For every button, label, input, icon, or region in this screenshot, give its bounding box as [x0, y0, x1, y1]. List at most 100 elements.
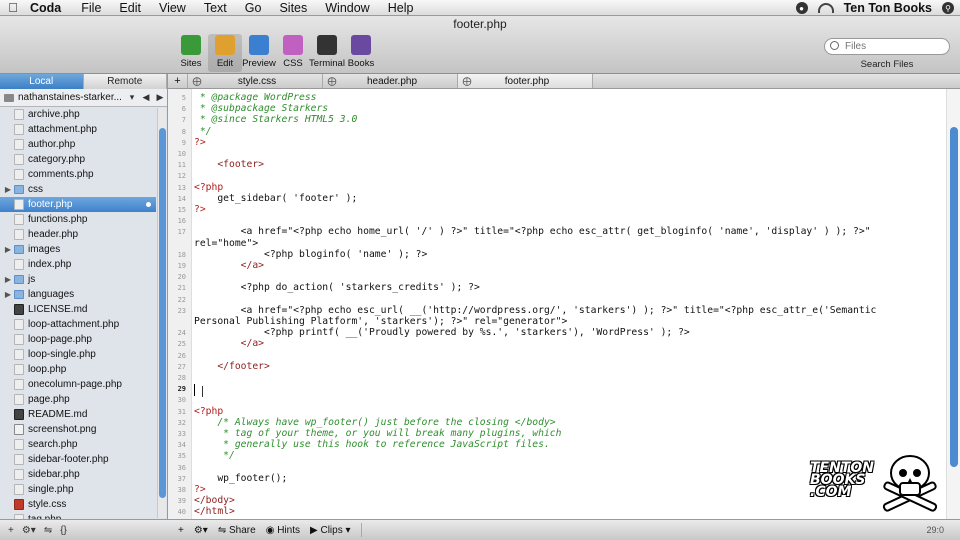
- code-line[interactable]: </a>: [194, 260, 264, 271]
- back-arrow-icon[interactable]: ◀: [139, 92, 153, 103]
- file-item[interactable]: sidebar.php: [0, 467, 156, 482]
- toolbar-sites-button[interactable]: Sites: [174, 34, 208, 72]
- code-line[interactable]: * tag of your theme, or you will break m…: [194, 428, 561, 439]
- menu-file[interactable]: File: [72, 1, 110, 15]
- toolbar-css-button[interactable]: CSS: [276, 34, 310, 72]
- toolbar-preview-button[interactable]: Preview: [242, 34, 276, 72]
- file-item[interactable]: sidebar-footer.php: [0, 452, 156, 467]
- tab-style-css[interactable]: ⨁ style.css: [188, 74, 323, 88]
- code-line[interactable]: /* Always have wp_footer() just before t…: [194, 417, 555, 428]
- tab-footer-php[interactable]: ⨁ footer.php: [458, 74, 593, 88]
- add-file-icon[interactable]: +: [8, 525, 14, 536]
- editor-scroll-thumb[interactable]: [950, 127, 958, 467]
- disclosure-triangle-icon[interactable]: ▶: [2, 185, 14, 194]
- file-item[interactable]: loop-attachment.php: [0, 317, 156, 332]
- disclosure-triangle-icon[interactable]: ▶: [2, 275, 14, 284]
- file-item[interactable]: author.php: [0, 137, 156, 152]
- search-files-input[interactable]: [824, 38, 950, 55]
- file-item[interactable]: loop-page.php: [0, 332, 156, 347]
- sync-icon[interactable]: ⇋: [44, 525, 52, 536]
- hints-button[interactable]: ◉ Hints: [266, 525, 300, 536]
- toolbar-edit-button[interactable]: Edit: [208, 34, 242, 72]
- code-line[interactable]: <?php do_action( 'starkers_credits' ); ?…: [194, 282, 480, 293]
- folder-item[interactable]: ▶ languages: [0, 287, 156, 302]
- code-line[interactable]: */: [194, 450, 235, 461]
- folder-item[interactable]: ▶ images: [0, 242, 156, 257]
- close-tab-icon[interactable]: ⨁: [458, 76, 476, 87]
- folder-item[interactable]: ▶ css: [0, 182, 156, 197]
- file-item[interactable]: category.php: [0, 152, 156, 167]
- code-line[interactable]: </html>: [194, 506, 235, 517]
- code-line[interactable]: * @subpackage Starkers: [194, 103, 328, 114]
- forward-arrow-icon[interactable]: ▶: [153, 92, 167, 103]
- disclosure-triangle-icon[interactable]: ▶: [2, 245, 14, 254]
- user-name[interactable]: Ten Ton Books: [844, 1, 932, 15]
- menu-view[interactable]: View: [150, 1, 195, 15]
- file-item[interactable]: header.php: [0, 227, 156, 242]
- file-item[interactable]: LICENSE.md: [0, 302, 156, 317]
- add-icon[interactable]: +: [178, 525, 184, 536]
- new-tab-button[interactable]: +: [168, 74, 188, 88]
- braces-icon[interactable]: {}: [60, 525, 67, 536]
- code-line[interactable]: <a href="<?php echo esc_url( __('http://…: [194, 305, 877, 316]
- apple-menu-icon[interactable]: : [0, 0, 26, 15]
- file-item[interactable]: onecolumn-page.php: [0, 377, 156, 392]
- code-line[interactable]: </body>: [194, 495, 235, 506]
- disclosure-triangle-icon[interactable]: ▶: [2, 290, 14, 299]
- sidebar-scrollbar[interactable]: [157, 108, 166, 518]
- file-item[interactable]: comments.php: [0, 167, 156, 182]
- code-line[interactable]: ?>: [194, 137, 206, 148]
- file-item[interactable]: index.php: [0, 257, 156, 272]
- folder-item[interactable]: ▶ js: [0, 272, 156, 287]
- file-item[interactable]: footer.php: [0, 197, 156, 212]
- code-line[interactable]: * @package WordPress: [194, 92, 317, 103]
- wifi-icon[interactable]: [817, 3, 834, 13]
- file-item[interactable]: single.php: [0, 482, 156, 497]
- code-line[interactable]: <footer>: [194, 159, 264, 170]
- close-tab-icon[interactable]: ⨁: [323, 76, 341, 87]
- code-line[interactable]: * @since Starkers HTML5 3.0: [194, 114, 357, 125]
- file-item[interactable]: functions.php: [0, 212, 156, 227]
- code-line[interactable]: <?php: [194, 182, 223, 193]
- code-line[interactable]: */: [194, 126, 212, 137]
- file-item[interactable]: loop.php: [0, 362, 156, 377]
- file-item[interactable]: README.md: [0, 407, 156, 422]
- file-item[interactable]: style.css: [0, 497, 156, 512]
- app-menu[interactable]: Coda: [26, 1, 72, 15]
- share-button[interactable]: ⇋ Share: [218, 525, 256, 536]
- tab-header-php[interactable]: ⨁ header.php: [323, 74, 458, 88]
- file-item[interactable]: attachment.php: [0, 122, 156, 137]
- status-menu-icon[interactable]: ●: [795, 2, 808, 14]
- menu-edit[interactable]: Edit: [110, 1, 150, 15]
- chevron-down-icon[interactable]: ▾: [125, 92, 139, 103]
- close-tab-icon[interactable]: ⨁: [188, 76, 206, 87]
- tab-local[interactable]: Local: [0, 74, 84, 89]
- code-line[interactable]: ?>: [194, 204, 206, 215]
- tab-remote[interactable]: Remote: [83, 74, 167, 89]
- sidebar-path[interactable]: nathanstaines-starker...: [18, 92, 125, 103]
- code-line[interactable]: ?>: [194, 484, 206, 495]
- code-line[interactable]: </footer>: [194, 361, 270, 372]
- toolbar-books-button[interactable]: Books: [344, 34, 378, 72]
- code-line[interactable]: <?php printf( __('Proudly powered by %s.…: [194, 327, 690, 338]
- toolbar-terminal-button[interactable]: Terminal: [309, 34, 345, 72]
- file-item[interactable]: screenshot.png: [0, 422, 156, 437]
- code-line[interactable]: <?php bloginfo( 'name' ); ?>: [194, 249, 427, 260]
- code-line[interactable]: wp_footer();: [194, 473, 287, 484]
- code-line[interactable]: get_sidebar( 'footer' );: [194, 193, 357, 204]
- code-line[interactable]: * generally use this hook to reference J…: [194, 439, 550, 450]
- code-line[interactable]: </a>: [194, 338, 264, 349]
- gear-icon[interactable]: ⚙▾: [22, 525, 36, 536]
- file-item[interactable]: loop-single.php: [0, 347, 156, 362]
- menu-sites[interactable]: Sites: [270, 1, 316, 15]
- gear-icon[interactable]: ⚙▾: [194, 525, 208, 536]
- file-item[interactable]: page.php: [0, 392, 156, 407]
- code-line[interactable]: <a href="<?php echo home_url( '/' ) ?>" …: [194, 226, 871, 237]
- menu-text[interactable]: Text: [195, 1, 236, 15]
- menu-window[interactable]: Window: [316, 1, 378, 15]
- code-line[interactable]: Personal Publishing Platform', 'starkers…: [194, 316, 567, 327]
- code-line[interactable]: rel="home">: [194, 238, 258, 249]
- clips-button[interactable]: ▶ Clips ▾: [310, 525, 351, 536]
- file-item[interactable]: tag.php: [0, 512, 156, 519]
- file-item[interactable]: search.php: [0, 437, 156, 452]
